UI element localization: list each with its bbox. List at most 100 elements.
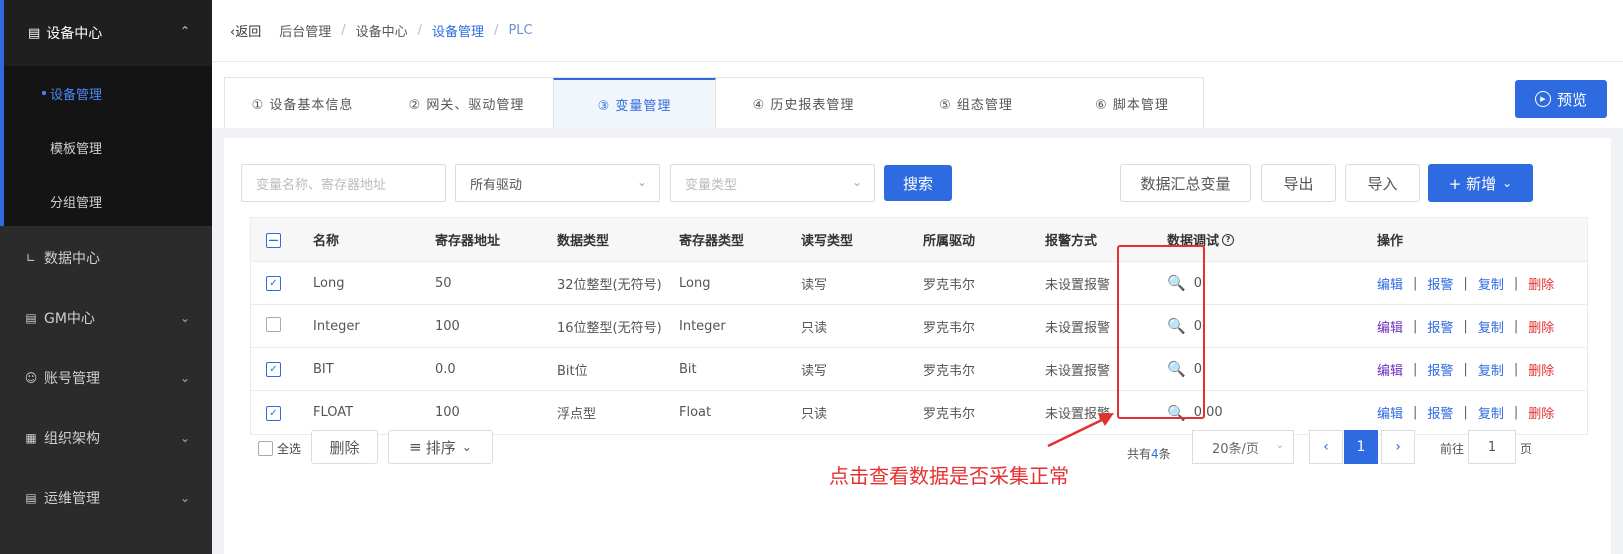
sidebar-item-organization[interactable]: ▦ 组织架构 ⌄	[0, 408, 212, 468]
tab-gateway-driver[interactable]: ② 网关、驱动管理	[380, 78, 553, 128]
row-checkbox[interactable]: ✓	[266, 362, 281, 377]
sidebar-item-gm-center[interactable]: ▤ GM中心 ⌄	[0, 288, 212, 348]
total-count: 共有4条	[1127, 447, 1171, 461]
variable-panel: 变量名称、寄存器地址 所有驱动 ⌄ 变量类型 ⌄ 搜索 数据汇总变量 导出 导入…	[224, 138, 1611, 554]
register-type: Float	[679, 405, 712, 420]
data-type: Bit位	[557, 363, 588, 379]
row-checkbox[interactable]	[266, 316, 281, 332]
sidebar-item-template-management[interactable]: 模板管理	[4, 120, 212, 174]
table-header: — 名称 寄存器地址 数据类型 寄存器类型 读写类型 所属驱动 报警方式 数据调…	[251, 218, 1587, 262]
sort-button[interactable]: ≡ 排序 ⌄	[388, 430, 493, 464]
page-number[interactable]: 1	[1344, 430, 1378, 464]
active-dot-icon	[42, 91, 46, 95]
export-button[interactable]: 导出	[1261, 164, 1336, 202]
tabs-area: ① 设备基本信息 ② 网关、驱动管理 ③ 变量管理 ④ 历史报表管理 ⑤ 组态管…	[212, 62, 1623, 128]
select-all-checkbox[interactable]	[258, 441, 273, 456]
edit-link[interactable]: 编辑	[1377, 403, 1403, 422]
breadcrumb-item[interactable]: 设备管理	[432, 21, 484, 40]
driver-select[interactable]: 所有驱动 ⌄	[455, 164, 660, 202]
register-address: 100	[435, 318, 460, 334]
row-checkbox[interactable]: ✓	[266, 276, 281, 291]
tab-variable-management[interactable]: ③ 变量管理	[553, 78, 716, 128]
search-input[interactable]: 变量名称、寄存器地址	[241, 164, 446, 202]
variable-table: — 名称 寄存器地址 数据类型 寄存器类型 读写类型 所属驱动 报警方式 数据调…	[250, 217, 1588, 435]
edit-link[interactable]: 编辑	[1377, 317, 1403, 336]
chevron-down-icon: ⌄	[1275, 440, 1284, 451]
user-icon: ☺	[24, 371, 38, 385]
sidebar-item-group-management[interactable]: 分组管理	[4, 174, 212, 228]
column-header: 寄存器地址	[435, 234, 501, 249]
register-type: Bit	[679, 361, 697, 377]
org-chart-icon: ▦	[25, 431, 37, 445]
edit-link[interactable]: 编辑	[1377, 360, 1403, 379]
goto-page-input[interactable]: 1	[1468, 430, 1516, 464]
tab-configuration[interactable]: ⑤ 组态管理	[891, 78, 1061, 128]
sidebar-item-device-management[interactable]: 设备管理	[4, 66, 212, 120]
variable-type-select[interactable]: 变量类型 ⌄	[670, 164, 875, 202]
breadcrumb: ‹返回 后台管理 / 设备中心 / 设备管理 / PLC	[212, 0, 1623, 62]
help-icon[interactable]: ?	[1222, 233, 1235, 246]
select-all[interactable]: 全选	[258, 440, 301, 457]
page-size-select[interactable]: 20条/页 ⌄	[1192, 430, 1294, 464]
search-button[interactable]: 搜索	[884, 165, 952, 201]
breadcrumb-item[interactable]: 后台管理	[279, 21, 331, 40]
chevron-down-icon: ⌄	[179, 371, 190, 385]
preview-button[interactable]: ▶ 预览	[1515, 80, 1607, 118]
sort-icon: ≡	[409, 438, 422, 456]
driver: 罗克韦尔	[923, 407, 976, 422]
edit-link[interactable]: 编辑	[1377, 274, 1403, 293]
row-checkbox[interactable]: ✓	[266, 405, 281, 421]
variable-name: Integer	[313, 318, 360, 334]
bar-chart-icon: ∟	[25, 251, 37, 265]
data-type: 浮点型	[557, 407, 597, 422]
register-address: 50	[435, 275, 452, 291]
read-write-type: 读写	[801, 363, 828, 379]
sidebar-item-label: 设备中心	[46, 26, 103, 42]
goto-label: 前往	[1440, 442, 1465, 456]
breadcrumb-separator: /	[494, 23, 499, 38]
driver: 罗克韦尔	[923, 363, 976, 379]
read-write-type: 只读	[801, 320, 828, 336]
table-row: ✓ Long 50 32位整型(无符号) Long 读写 罗克韦尔 未设置报警 …	[251, 262, 1587, 305]
add-button[interactable]: + 新增 ⌄	[1428, 164, 1533, 202]
register-type: Integer	[679, 318, 726, 334]
prev-page-button[interactable]: ‹	[1309, 430, 1343, 464]
debug-column-highlight	[1117, 245, 1205, 419]
header-checkbox[interactable]: —	[266, 232, 281, 248]
sidebar-item-data-center[interactable]: ∟ 数据中心	[0, 228, 212, 288]
next-page-button[interactable]: ›	[1381, 430, 1415, 464]
table-row: Integer 100 16位整型(无符号) Integer 只读 罗克韦尔 未…	[251, 305, 1587, 348]
delete-link[interactable]: 删除	[1528, 360, 1554, 379]
alarm-link[interactable]: 报警	[1427, 274, 1453, 293]
tab-basic-info[interactable]: ① 设备基本信息	[225, 78, 380, 128]
alarm-link[interactable]: 报警	[1427, 317, 1453, 336]
delete-link[interactable]: 删除	[1528, 403, 1554, 422]
step-tabs: ① 设备基本信息 ② 网关、驱动管理 ③ 变量管理 ④ 历史报表管理 ⑤ 组态管…	[224, 77, 1204, 128]
summary-variable-button[interactable]: 数据汇总变量	[1120, 164, 1251, 202]
delete-link[interactable]: 删除	[1528, 274, 1554, 293]
sidebar-item-operations[interactable]: ▤ 运维管理 ⌄	[0, 468, 212, 528]
chevron-down-icon: ⌄	[851, 175, 862, 189]
sidebar-item-device-center[interactable]: ▤ 设备中心 ⌃	[0, 0, 212, 66]
tab-history-report[interactable]: ④ 历史报表管理	[716, 78, 891, 128]
delete-link[interactable]: 删除	[1528, 317, 1554, 336]
variable-name: Long	[313, 275, 345, 291]
alarm-link[interactable]: 报警	[1427, 360, 1453, 379]
copy-link[interactable]: 复制	[1478, 403, 1504, 422]
breadcrumb-item[interactable]: 设备中心	[356, 21, 408, 40]
alarm-link[interactable]: 报警	[1427, 403, 1453, 422]
copy-link[interactable]: 复制	[1478, 317, 1504, 336]
tab-script[interactable]: ⑥ 脚本管理	[1061, 78, 1203, 128]
sidebar-item-account-management[interactable]: ☺ 账号管理 ⌄	[0, 348, 212, 408]
bulk-delete-button[interactable]: 删除	[311, 430, 378, 464]
driver: 罗克韦尔	[923, 320, 976, 336]
sidebar: ▤ 设备中心 ⌃ 设备管理 模板管理 分组管理 ∟ 数据中心 ▤ GM中心 ⌄ …	[0, 0, 212, 554]
read-write-type: 只读	[801, 407, 828, 422]
copy-link[interactable]: 复制	[1478, 360, 1504, 379]
copy-link[interactable]: 复制	[1478, 274, 1504, 293]
printer-icon: ▤	[25, 311, 37, 325]
back-link[interactable]: ‹返回	[230, 21, 261, 40]
register-address: 100	[435, 405, 460, 420]
chevron-down-icon: ⌄	[179, 491, 190, 505]
import-button[interactable]: 导入	[1345, 164, 1420, 202]
